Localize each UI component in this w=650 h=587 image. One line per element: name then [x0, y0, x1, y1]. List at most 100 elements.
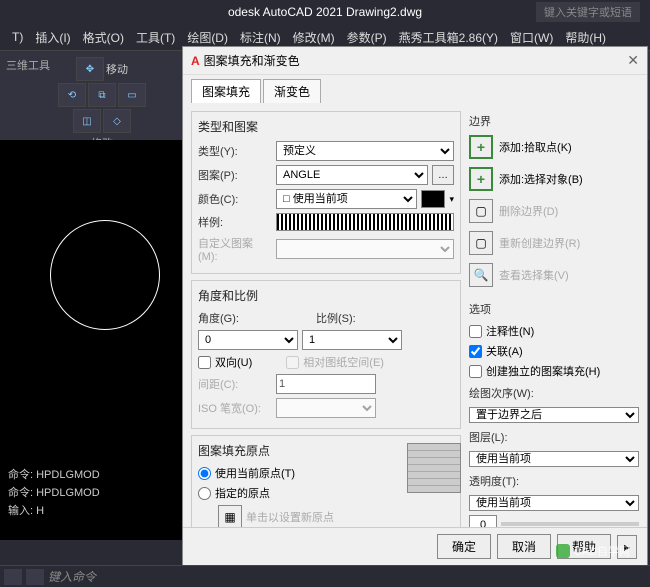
layer-select[interactable]: 使用当前项	[469, 451, 639, 467]
menu-item[interactable]: 参数(P)	[343, 27, 391, 48]
move-tool-icon[interactable]: ✥	[76, 57, 104, 81]
double-label: 双向(U)	[215, 354, 252, 370]
view-selection-button: 🔍	[469, 263, 493, 287]
separate-checkbox[interactable]	[469, 365, 482, 378]
pattern-browse-button[interactable]: …	[432, 165, 454, 185]
separate-label: 创建独立的图案填充(H)	[486, 363, 600, 379]
add-select-label: 添加:选择对象(B)	[499, 171, 583, 187]
group-type-label: 类型和图案	[198, 118, 454, 135]
app-logo-icon: A	[191, 54, 200, 68]
type-select[interactable]: 预定义	[276, 141, 454, 161]
ok-button[interactable]: 确定	[437, 534, 491, 559]
add-pickpoint-label: 添加:拾取点(K)	[499, 139, 572, 155]
tool-icon[interactable]: ⧉	[88, 83, 116, 107]
relative-checkbox	[286, 356, 299, 369]
menu-item[interactable]: 燕秀工具箱2.86(Y)	[395, 27, 502, 48]
menu-item[interactable]: 格式(O)	[79, 27, 128, 48]
hatch-dialog: A 图案填充和渐变色 ✕ 图案填充 渐变色 类型和图案 类型(Y): 预定义 图…	[182, 46, 648, 566]
menu-item[interactable]: 修改(M)	[289, 27, 339, 48]
view-selection-label: 查看选择集(V)	[499, 267, 569, 283]
origin-specified-label: 指定的原点	[215, 485, 270, 501]
status-bar: 键入命令	[0, 565, 650, 587]
ribbon-tab-label: 三维工具	[6, 57, 50, 73]
swatch-dropdown-icon[interactable]: ▾	[449, 194, 454, 205]
menu-item[interactable]: T)	[8, 28, 27, 46]
type-label: 类型(Y):	[198, 143, 272, 159]
pattern-preview	[276, 213, 454, 231]
remove-boundary-button: ▢	[469, 199, 493, 223]
draworder-select[interactable]: 置于边界之后	[469, 407, 639, 423]
double-checkbox[interactable]	[198, 356, 211, 369]
origin-specified-radio[interactable]	[198, 487, 211, 500]
status-icon[interactable]	[26, 569, 44, 585]
wechat-icon	[556, 544, 570, 558]
menu-item[interactable]: 窗口(W)	[506, 27, 557, 48]
add-pickpoint-button[interactable]: +	[469, 135, 493, 159]
origin-current-label: 使用当前原点(T)	[215, 465, 295, 481]
sample-label: 样例:	[198, 214, 272, 230]
search-box[interactable]: 键入关键字或短语	[536, 2, 640, 22]
scale-select[interactable]: 1	[302, 330, 402, 350]
transparency-select[interactable]: 使用当前项	[469, 495, 639, 511]
options-section-label: 选项	[469, 301, 639, 317]
angle-select[interactable]: 0	[198, 330, 298, 350]
move-label: 移动	[106, 61, 128, 77]
transparency-slider[interactable]	[501, 522, 639, 526]
custom-pattern-select	[276, 239, 454, 259]
draworder-label: 绘图次序(W):	[469, 385, 639, 401]
tool-icon[interactable]: ⟲	[58, 83, 86, 107]
cancel-button[interactable]: 取消	[497, 534, 551, 559]
dialog-title: 图案填充和渐变色	[204, 52, 300, 69]
annotative-label: 注释性(N)	[486, 323, 534, 339]
watermark: CAD自学网	[556, 543, 630, 559]
group-angle-label: 角度和比例	[198, 287, 454, 304]
iso-select	[276, 398, 376, 418]
iso-label: ISO 笔宽(O):	[198, 400, 272, 416]
drawing-canvas[interactable]: 命令: HPDLGMOD 命令: HPDLGMOD 输入: H	[0, 140, 182, 540]
circle-shape	[50, 220, 160, 330]
command-input-hint[interactable]: 键入命令	[48, 568, 96, 585]
pick-origin-button[interactable]: ▦	[218, 505, 242, 527]
menu-item[interactable]: 标注(N)	[236, 27, 285, 48]
plus-icon: +	[477, 139, 485, 155]
pattern-select[interactable]: ANGLE	[276, 165, 428, 185]
color-label: 颜色(C):	[198, 191, 272, 207]
pick-origin-label: 单击以设置新原点	[246, 509, 334, 525]
spacing-label: 间距(C):	[198, 376, 272, 392]
menu-item[interactable]: 绘图(D)	[183, 27, 232, 48]
color-swatch[interactable]	[421, 190, 445, 208]
boundary-section-label: 边界	[469, 113, 639, 129]
scale-label: 比例(S):	[316, 310, 390, 326]
add-select-button[interactable]: +	[469, 167, 493, 191]
transparency-value[interactable]: 0	[469, 515, 497, 527]
recreate-boundary-label: 重新创建边界(R)	[499, 235, 580, 251]
relative-label: 相对图纸空间(E)	[303, 354, 384, 370]
custom-pattern-label: 自定义图案(M):	[198, 235, 272, 263]
menu-item[interactable]: 帮助(H)	[561, 27, 610, 48]
recreate-boundary-button: ▢	[469, 231, 493, 255]
associative-label: 关联(A)	[486, 343, 523, 359]
pattern-label: 图案(P):	[198, 167, 272, 183]
origin-current-radio[interactable]	[198, 467, 211, 480]
tool-icon[interactable]: ◫	[73, 109, 101, 133]
hatch-origin-preview	[407, 443, 461, 493]
layer-label: 图层(L):	[469, 429, 639, 445]
command-history: 命令: HPDLGMOD	[8, 484, 100, 500]
transparency-label: 透明度(T):	[469, 473, 639, 489]
status-icon[interactable]	[4, 569, 22, 585]
remove-boundary-label: 删除边界(D)	[499, 203, 558, 219]
menu-item[interactable]: 工具(T)	[132, 27, 179, 48]
command-history: 命令: HPDLGMOD	[8, 466, 100, 482]
tool-icon[interactable]: ◇	[103, 109, 131, 133]
window-title: odesk AutoCAD 2021 Drawing2.dwg	[228, 5, 422, 19]
close-icon[interactable]: ✕	[627, 52, 639, 69]
angle-label: 角度(G):	[198, 310, 272, 326]
tab-gradient[interactable]: 渐变色	[263, 79, 321, 103]
command-history: 输入: H	[8, 502, 100, 518]
tab-hatch[interactable]: 图案填充	[191, 79, 261, 103]
tool-icon[interactable]: ▭	[118, 83, 146, 107]
associative-checkbox[interactable]	[469, 345, 482, 358]
color-select[interactable]: □ 使用当前项	[276, 189, 417, 209]
menu-item[interactable]: 插入(I)	[31, 27, 74, 48]
annotative-checkbox[interactable]	[469, 325, 482, 338]
